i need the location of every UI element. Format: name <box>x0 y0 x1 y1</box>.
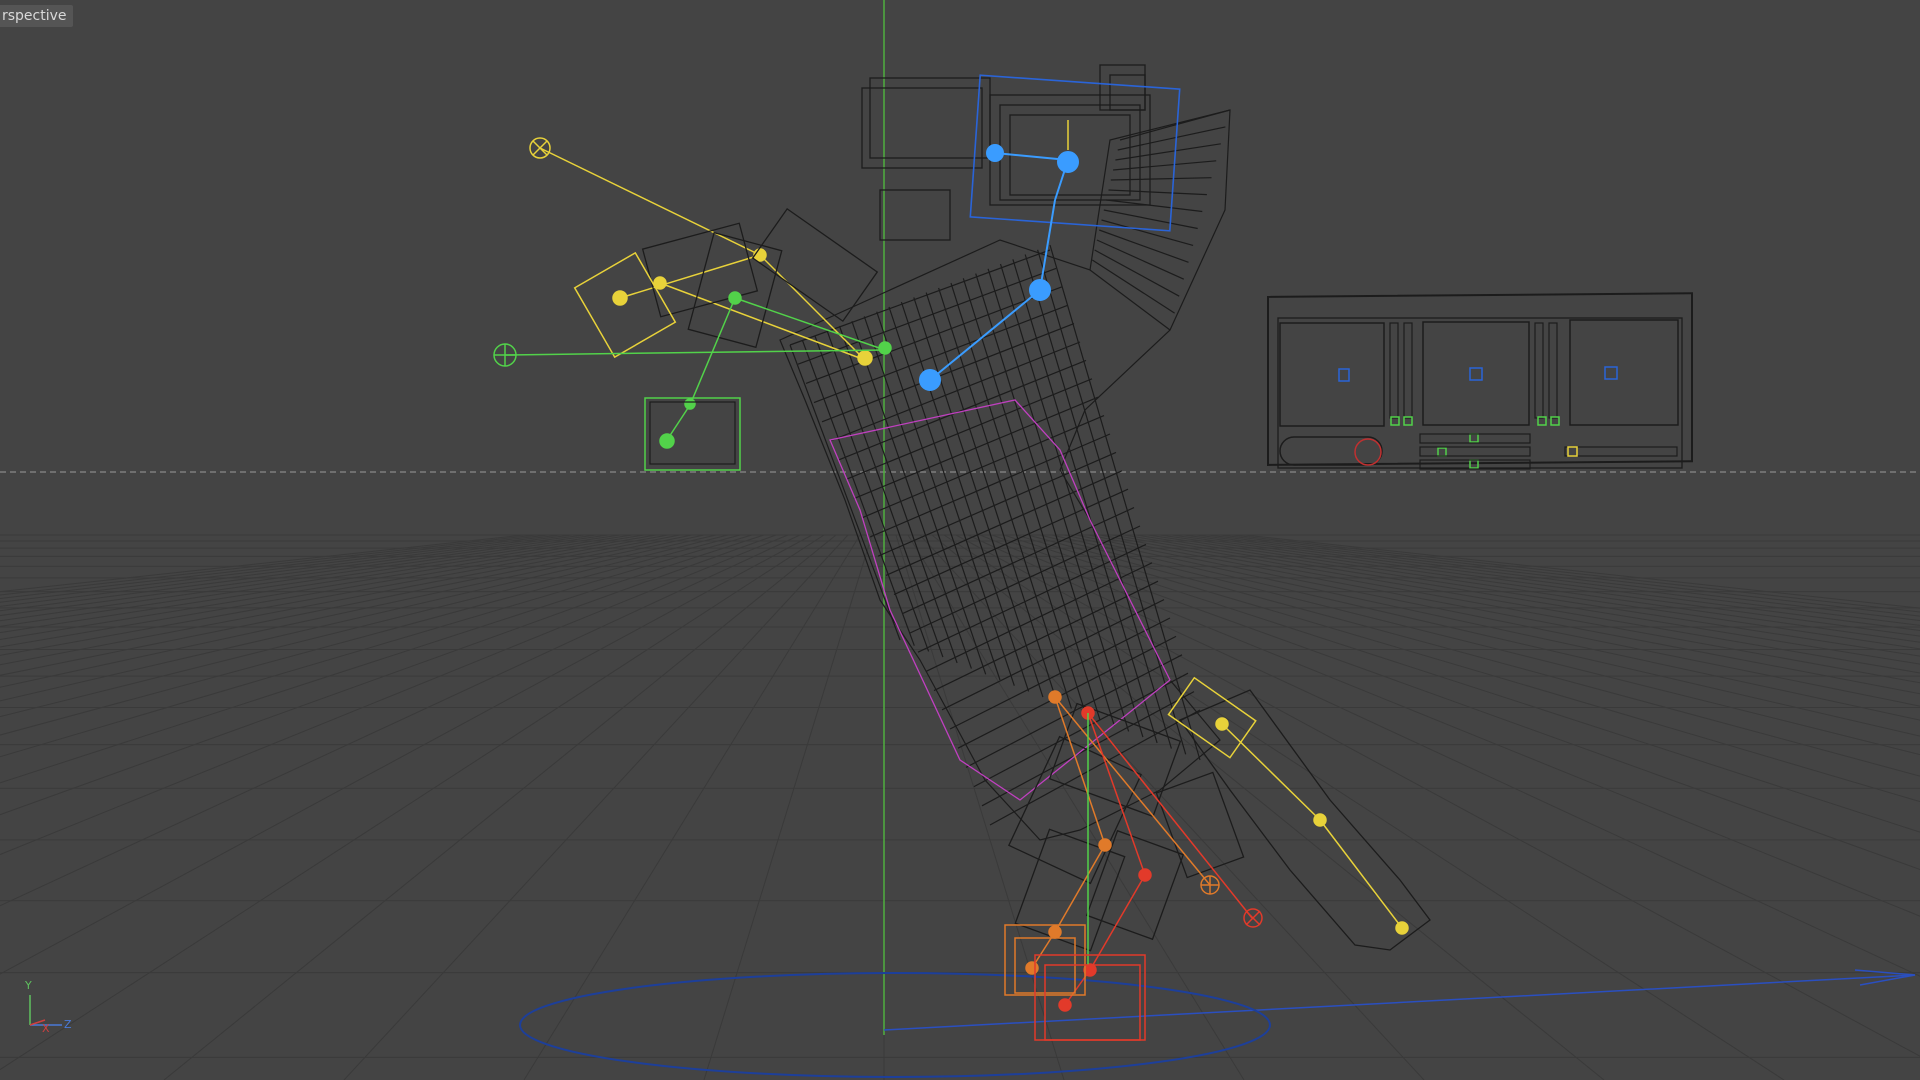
left-hand-control[interactable] <box>573 251 677 359</box>
floor-grid <box>0 534 1920 1080</box>
right-pole-vector-icon[interactable] <box>493 343 517 367</box>
grid-line <box>0 534 537 596</box>
grid-line <box>991 534 1920 871</box>
grid-line <box>1099 534 1920 684</box>
right-hand-box <box>649 401 736 465</box>
grid-line <box>0 534 621 627</box>
rig-control-panel[interactable] <box>1267 292 1693 470</box>
left-pole-vector-icon[interactable] <box>529 137 551 159</box>
grid-line <box>0 534 609 622</box>
grid-line <box>919 534 1425 1080</box>
grid-line <box>1003 534 1920 833</box>
viewport-scene[interactable] <box>0 0 1920 1080</box>
grid-line <box>0 534 753 758</box>
panel-marker-right[interactable] <box>1604 366 1618 380</box>
left-arm-chain[interactable] <box>539 147 873 366</box>
grid-line <box>163 534 837 1080</box>
axis-z-label: Z <box>64 1018 72 1031</box>
grid-line <box>0 534 741 736</box>
3d-viewport[interactable]: rspective Y X Z <box>0 0 1920 1080</box>
panel-marker-center[interactable] <box>1469 367 1483 381</box>
grid-line <box>0 534 813 975</box>
panel-slot-center[interactable] <box>1422 321 1530 426</box>
grid-line <box>343 534 849 1080</box>
panel-slot-right[interactable] <box>1569 319 1679 426</box>
world-z-axis <box>883 974 1916 1031</box>
axis-y-label: Y <box>25 979 32 992</box>
viewport-label[interactable]: rspective <box>0 5 73 27</box>
panel-slot-left[interactable] <box>1279 322 1385 427</box>
grid-line <box>1159 534 1920 643</box>
axis-indicator <box>29 995 62 1026</box>
left-leg-chain[interactable] <box>1025 690 1211 975</box>
grid-line <box>0 534 717 702</box>
axis-x-label: X <box>42 1022 50 1035</box>
leg-mesh[interactable] <box>1007 702 1245 952</box>
grid-line <box>0 534 633 634</box>
grid-line <box>1147 534 1920 650</box>
right-knee-pole-icon[interactable] <box>1243 908 1263 928</box>
panel-yellow-handle[interactable] <box>1567 446 1578 457</box>
grid-line <box>703 534 873 1080</box>
grid-line <box>0 534 525 593</box>
tail-chain[interactable] <box>1215 717 1409 935</box>
root-control-circle[interactable] <box>519 972 1271 1078</box>
grid-line <box>1075 534 1920 707</box>
panel-marker-left[interactable] <box>1338 368 1350 382</box>
grid-line <box>1243 534 1920 609</box>
grid-line <box>0 534 765 784</box>
left-knee-pole-icon[interactable] <box>1200 875 1220 895</box>
grid-line <box>0 534 645 640</box>
grid-line <box>0 534 825 1071</box>
grid-line <box>0 534 549 599</box>
head-mesh[interactable] <box>861 64 1151 241</box>
grid-line <box>0 534 789 856</box>
grid-line <box>1171 534 1920 637</box>
grid-line <box>0 534 597 617</box>
grid-line <box>0 534 573 607</box>
grid-line <box>1135 534 1920 657</box>
grid-line <box>0 534 585 612</box>
panel-red-toggle[interactable] <box>1354 438 1382 466</box>
grid-line <box>907 534 1245 1080</box>
grid-line <box>931 534 1605 1080</box>
